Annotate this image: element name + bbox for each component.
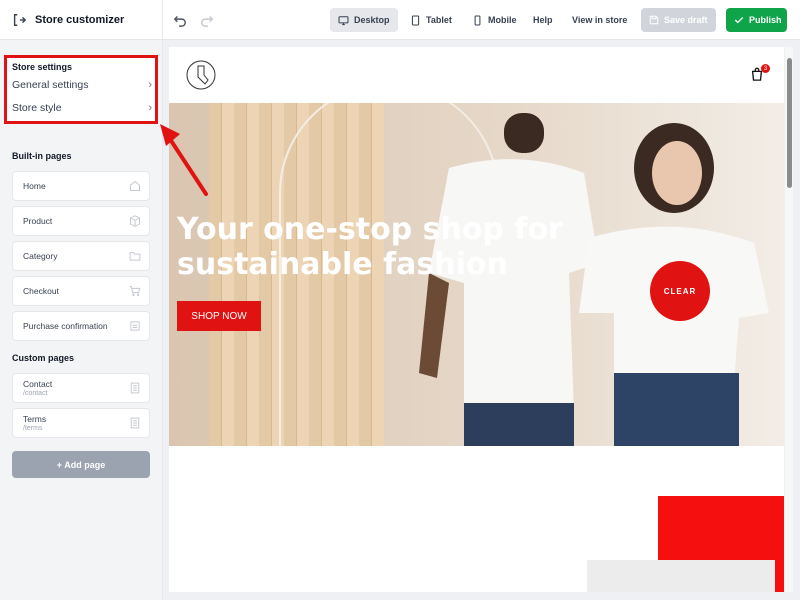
page-item-checkout[interactable]: Checkout bbox=[12, 276, 150, 306]
undo-icon[interactable] bbox=[173, 13, 187, 27]
page-label-group: Terms /terms bbox=[23, 414, 46, 432]
app-title: Store customizer bbox=[35, 14, 125, 26]
monitor-icon bbox=[338, 15, 349, 25]
page-item-terms[interactable]: Terms /terms bbox=[12, 408, 150, 438]
desktop-view-button[interactable]: Desktop bbox=[330, 8, 398, 32]
page-icon bbox=[130, 417, 140, 429]
desktop-label: Desktop bbox=[354, 15, 390, 25]
box-icon bbox=[130, 215, 140, 227]
redo-icon[interactable] bbox=[200, 13, 214, 27]
chevron-right-icon: › bbox=[148, 102, 152, 114]
page-label: Contact bbox=[23, 379, 53, 389]
clear-shirt-badge: CLEAR bbox=[650, 261, 710, 321]
page-icon bbox=[130, 382, 140, 394]
page-label: Product bbox=[23, 216, 53, 226]
tablet-icon bbox=[411, 15, 420, 25]
chevron-right-icon: › bbox=[148, 79, 152, 91]
check-icon bbox=[734, 17, 744, 24]
page-path: /contact bbox=[23, 390, 48, 397]
save-draft-button[interactable]: Save draft bbox=[641, 8, 716, 32]
store-style-item[interactable]: Store style › bbox=[12, 102, 152, 114]
page-label: Purchase confirmation bbox=[23, 321, 108, 331]
help-label: Help bbox=[533, 15, 553, 25]
page-item-category[interactable]: Category bbox=[12, 241, 150, 271]
receipt-icon bbox=[130, 321, 140, 331]
help-button[interactable]: Help bbox=[533, 8, 553, 32]
store-settings-highlight: Store settings General settings › Store … bbox=[4, 55, 158, 124]
page-item-purchase-confirmation[interactable]: Purchase confirmation bbox=[12, 311, 150, 341]
phone-icon bbox=[474, 15, 481, 25]
page-item-product[interactable]: Product bbox=[12, 206, 150, 236]
add-page-button[interactable]: + Add page bbox=[12, 451, 150, 478]
general-settings-item[interactable]: General settings › bbox=[12, 79, 152, 91]
folder-icon bbox=[129, 252, 141, 261]
home-icon bbox=[130, 180, 140, 191]
page-label: Home bbox=[23, 181, 46, 191]
tablet-label: Tablet bbox=[426, 15, 452, 25]
exit-icon[interactable] bbox=[12, 13, 26, 27]
mobile-view-button[interactable]: Mobile bbox=[470, 8, 517, 32]
view-in-store-button[interactable]: View in store bbox=[572, 8, 627, 32]
page-label: Category bbox=[23, 251, 58, 261]
preview-scrollbar-thumb[interactable] bbox=[787, 58, 792, 188]
annotation-arrow bbox=[160, 124, 208, 196]
page-item-home[interactable]: Home bbox=[12, 171, 150, 201]
tablet-view-button[interactable]: Tablet bbox=[408, 8, 452, 32]
page-label-group: Contact /contact bbox=[23, 379, 52, 397]
page-label: Checkout bbox=[23, 286, 59, 296]
image-placeholder bbox=[587, 560, 775, 592]
publish-label: Publish bbox=[749, 15, 782, 25]
cart-icon bbox=[129, 286, 141, 296]
view-in-store-label: View in store bbox=[572, 15, 628, 25]
page-label: Terms bbox=[23, 414, 47, 424]
hero-title: Your one-stop shop for sustainable fashi… bbox=[177, 212, 563, 282]
built-in-pages-heading: Built-in pages bbox=[12, 151, 72, 161]
store-logo bbox=[186, 60, 216, 90]
mobile-label: Mobile bbox=[488, 15, 517, 25]
page-path: /terms bbox=[23, 425, 43, 432]
page-item-contact[interactable]: Contact /contact bbox=[12, 373, 150, 403]
save-draft-label: Save draft bbox=[664, 15, 708, 25]
custom-pages-heading: Custom pages bbox=[12, 353, 75, 363]
sidebar: Store settings General settings › Store … bbox=[0, 40, 163, 600]
top-toolbar: Store customizer Desktop Tablet Mobile H… bbox=[0, 0, 800, 40]
hero-banner: Your one-stop shop for sustainable fashi… bbox=[169, 103, 784, 446]
app-header: Store customizer bbox=[0, 0, 163, 40]
shop-now-button[interactable]: SHOP NOW bbox=[177, 301, 261, 331]
store-settings-heading: Store settings bbox=[12, 62, 73, 72]
save-icon bbox=[649, 15, 659, 25]
cart-count-badge: 3 bbox=[761, 64, 770, 73]
publish-button[interactable]: Publish bbox=[726, 8, 787, 32]
store-preview[interactable]: 3 Your one-stop shop for sustainable fas… bbox=[169, 47, 784, 592]
store-style-label: Store style bbox=[12, 102, 62, 114]
general-settings-label: General settings bbox=[12, 79, 89, 91]
